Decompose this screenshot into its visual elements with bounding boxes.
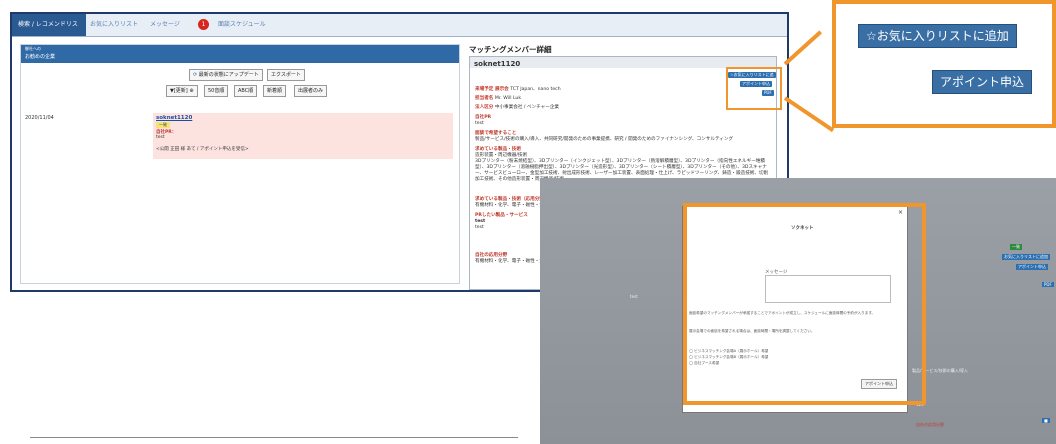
match-badge: 一致 xyxy=(156,122,170,128)
sort-new-button[interactable]: 新着順 xyxy=(263,85,287,97)
field-wish: 面談で希望すること 製品/サービス/技術の購入/導入、共同研究/開発のための事業提… xyxy=(475,131,769,143)
field-value: Mr. Will Luk xyxy=(494,96,521,101)
callout-source-highlight xyxy=(726,67,782,110)
field-label: 来場予定 展示会 xyxy=(475,87,509,92)
bg-text: 自社の応用分野 xyxy=(916,422,944,427)
bg-favorite-button: お気に入りリストに追加 xyxy=(1002,254,1050,260)
divider xyxy=(30,437,518,438)
modal-highlight xyxy=(683,203,926,405)
callout-connector xyxy=(783,96,835,133)
field-label: 法人区分 xyxy=(475,105,494,110)
zoom-callout: ☆お気に入りリストに追加 アポイント申込 xyxy=(832,0,1056,128)
bg-appoint-button: アポイント申込 xyxy=(1016,264,1048,270)
field-value: TCT Japan、nano tech xyxy=(510,87,561,92)
zoom-add-favorite-button[interactable]: ☆お気に入りリストに追加 xyxy=(858,24,1017,48)
entry-note: <公開 正田 様 あて / アポイント申込を受信> xyxy=(156,147,249,152)
member-name: soknet1120 xyxy=(474,60,521,68)
recommend-panel-header: 御社への お勧めの企業 xyxy=(21,45,459,63)
entry-name-link[interactable]: soknet1120 xyxy=(156,115,192,121)
recommend-panel: 御社への お勧めの企業 ⟳ 最新の状態にアップデート エクスポート ▼[更新] … xyxy=(20,44,460,284)
bg-text: test xyxy=(630,294,638,299)
sort-updated-button[interactable]: ▼[更新] ⊕ xyxy=(166,85,198,97)
field-value: 中小事業会社 / ベンチャー企業 xyxy=(494,105,560,110)
panel-heading-small: 御社への xyxy=(25,46,41,51)
sort-exhibitor-button[interactable]: 出展者のみ xyxy=(294,85,328,97)
sort-abc-button[interactable]: ABC順 xyxy=(234,85,258,97)
sort-kana-button[interactable]: 50音順 xyxy=(204,85,229,97)
entry-card[interactable]: soknet1120 一致 自社PR： test <公開 正田 様 あて / ア… xyxy=(153,113,453,159)
bg-pdf-button: PDF xyxy=(1042,282,1054,287)
tab-search-recommend[interactable]: 検索 / レコメンドリスト xyxy=(12,14,86,50)
field-contact: 担当者名 Mr. Will Luk xyxy=(475,96,769,102)
tab-bar: 検索 / レコメンドリスト お気に入りリスト メッセージ 1 面談スケジュール xyxy=(12,14,787,50)
field-corp-type: 法人区分 中小事業会社 / ベンチャー企業 xyxy=(475,105,769,111)
notification-badge: 1 xyxy=(198,19,209,30)
field-pr: 自社PR test xyxy=(475,115,769,127)
field-value: test xyxy=(475,121,484,126)
update-button[interactable]: ⟳ 最新の状態にアップデート xyxy=(189,69,263,81)
field-exhibition: 来場予定 展示会 TCT Japan、nano tech xyxy=(475,87,769,93)
entry-date: 2020/11/04 xyxy=(25,115,54,121)
tab-favorites[interactable]: お気に入りリスト xyxy=(84,14,144,36)
callout-connector xyxy=(783,30,823,66)
field-label: 担当者名 xyxy=(475,96,494,101)
update-button-label: 最新の状態にアップデート xyxy=(198,72,259,78)
field-value: 製品/サービス/技術の購入/導入、共同研究/開発のための事業提携、研究 / 開発… xyxy=(475,137,734,142)
export-button[interactable]: エクスポート xyxy=(267,69,305,81)
entry-pr-value: test xyxy=(156,135,165,140)
member-detail-title: マッチングメンバー詳細 xyxy=(469,45,552,54)
bg-badge: 一致 xyxy=(1010,244,1022,250)
zoom-appointment-button[interactable]: アポイント申込 xyxy=(932,70,1033,94)
bg-button: ■ xyxy=(1042,418,1050,423)
tab-schedule[interactable]: 面談スケジュール xyxy=(212,14,272,36)
tab-messages[interactable]: メッセージ xyxy=(144,14,186,36)
list-item: 2020/11/04 soknet1120 一致 自社PR： test <公開 … xyxy=(21,101,459,161)
panel-heading: お勧めの企業 xyxy=(25,54,56,60)
